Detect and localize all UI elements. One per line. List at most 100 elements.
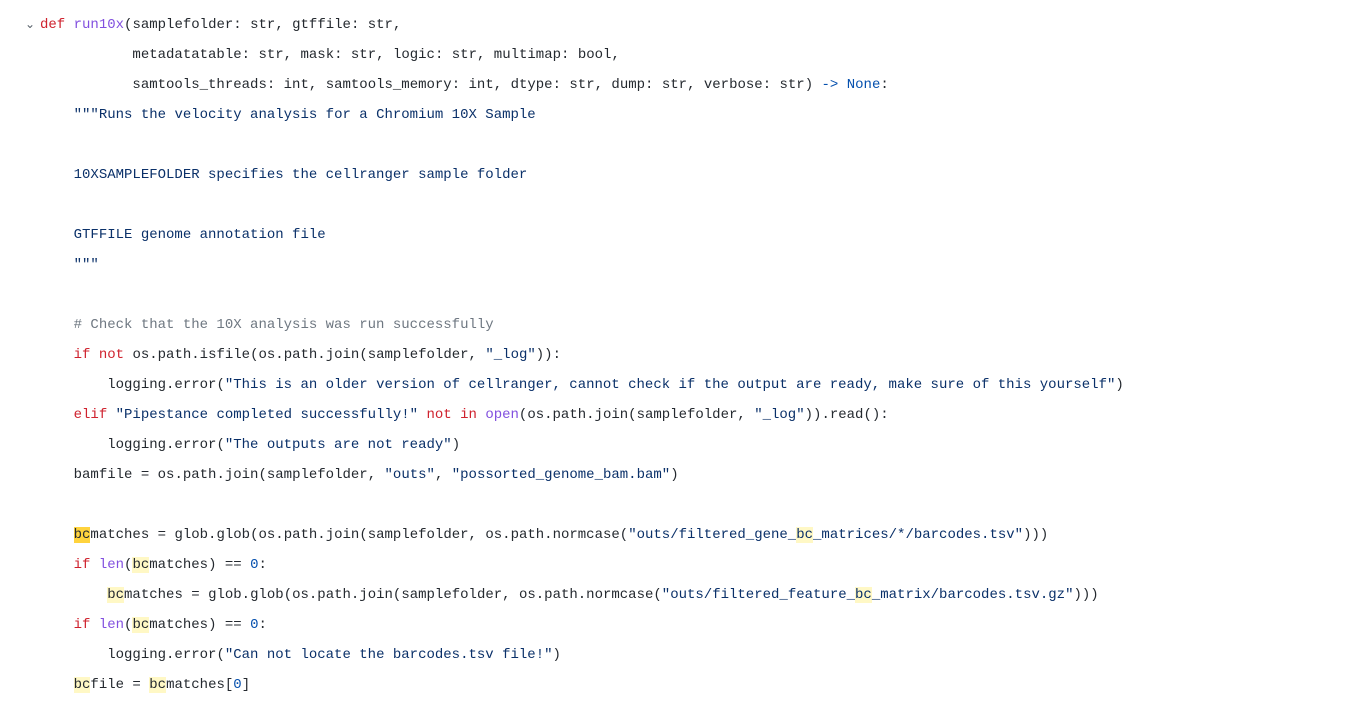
string: "Pipestance completed successfully!" — [116, 407, 418, 423]
string: _matrix/barcodes.tsv.gz" — [872, 587, 1074, 603]
call: len — [99, 557, 124, 573]
type: int — [469, 77, 494, 93]
string: "outs/filtered_gene_ — [628, 527, 796, 543]
param: verbose — [704, 77, 763, 93]
param: multimap — [494, 47, 561, 63]
op: = — [132, 467, 157, 483]
highlighted-match: bc — [74, 677, 91, 693]
call: os.path.join — [258, 527, 359, 543]
highlighted-match: bc — [132, 617, 149, 633]
call: logging.error — [107, 437, 216, 453]
type: str — [368, 17, 393, 33]
call: os.path.isfile — [132, 347, 250, 363]
docstring-line: GTFFILE genome annotation file — [74, 227, 326, 243]
var: matches — [124, 587, 183, 603]
string: "_log" — [754, 407, 804, 423]
var: samplefolder — [368, 527, 469, 543]
docstring-line: Runs the velocity analysis for a Chromiu… — [99, 107, 536, 123]
num: 0 — [250, 617, 258, 633]
keyword-not-in: not in — [426, 407, 476, 423]
type: str — [780, 77, 805, 93]
param: logic — [393, 47, 435, 63]
var: samplefolder — [267, 467, 368, 483]
param: gtffile — [292, 17, 351, 33]
keyword-if: if — [74, 557, 91, 573]
var: samplefolder — [637, 407, 738, 423]
comment: # Check that the 10X analysis was run su… — [74, 317, 494, 333]
call: len — [99, 617, 124, 633]
call: glob.glob — [208, 587, 284, 603]
docstring-line — [40, 227, 74, 243]
docstring-close: """ — [74, 257, 99, 273]
string: "Can not locate the barcodes.tsv file!" — [225, 647, 553, 663]
param: samtools_threads — [132, 77, 266, 93]
var: matches — [90, 527, 149, 543]
arrow: -> — [822, 77, 839, 93]
op: = — [149, 527, 174, 543]
keyword-not: not — [99, 347, 124, 363]
var: file — [90, 677, 124, 693]
highlighted-match: bc — [107, 587, 124, 603]
var: bamfile — [74, 467, 133, 483]
call: logging.error — [107, 647, 216, 663]
type: str — [452, 47, 477, 63]
var: samplefolder — [401, 587, 502, 603]
string: "_log" — [485, 347, 535, 363]
collapse-toggle-icon[interactable]: ⌄ — [20, 10, 40, 40]
num: 0 — [233, 677, 241, 693]
string: "outs/filtered_feature_ — [662, 587, 855, 603]
type: str — [569, 77, 594, 93]
type: str — [258, 47, 283, 63]
call: .read() — [821, 407, 880, 423]
param: dump — [611, 77, 645, 93]
keyword-elif: elif — [74, 407, 108, 423]
call: os.path.normcase — [485, 527, 619, 543]
string: "The outputs are not ready" — [225, 437, 452, 453]
call: open — [485, 407, 519, 423]
num: 0 — [250, 557, 258, 573]
call: glob.glob — [174, 527, 250, 543]
docstring-line: 10XSAMPLEFOLDER specifies the cellranger… — [74, 167, 528, 183]
type: bool — [578, 47, 612, 63]
call: os.path.join — [158, 467, 259, 483]
call: os.path.normcase — [519, 587, 653, 603]
param: samplefolder — [132, 17, 233, 33]
param: dtype — [511, 77, 553, 93]
op: == — [216, 617, 250, 633]
return-type: None — [847, 77, 881, 93]
string: "outs" — [385, 467, 435, 483]
keyword-if: if — [74, 617, 91, 633]
highlighted-match: bc — [149, 677, 166, 693]
string: "possorted_genome_bam.bam" — [452, 467, 670, 483]
var: matches — [166, 677, 225, 693]
highlighted-match: bc — [796, 527, 813, 543]
string: "This is an older version of cellranger,… — [225, 377, 1116, 393]
string: _matrices/*/barcodes.tsv" — [813, 527, 1023, 543]
op: == — [216, 557, 250, 573]
call: logging.error — [107, 377, 216, 393]
call: os.path.join — [292, 587, 393, 603]
docstring-close — [40, 257, 74, 273]
highlighted-match: bc — [132, 557, 149, 573]
var: matches — [149, 617, 208, 633]
op: = — [124, 677, 149, 693]
docstring-line — [40, 167, 74, 183]
param: samtools_memory — [326, 77, 452, 93]
type: str — [351, 47, 376, 63]
function-name: run10x — [74, 17, 124, 33]
param: mask — [300, 47, 334, 63]
docstring-open: """ — [74, 107, 99, 123]
type: int — [284, 77, 309, 93]
keyword-if: if — [74, 347, 91, 363]
highlighted-match: bc — [855, 587, 872, 603]
var: samplefolder — [368, 347, 469, 363]
param: metadatatable — [132, 47, 241, 63]
var: matches — [149, 557, 208, 573]
code-block: def run10x(samplefolder: str, gtffile: s… — [40, 10, 1346, 700]
call: os.path.join — [258, 347, 359, 363]
highlighted-match-active: bc — [74, 527, 91, 543]
type: str — [662, 77, 687, 93]
keyword-def: def — [40, 17, 65, 33]
call: os.path.join — [527, 407, 628, 423]
type: str — [250, 17, 275, 33]
